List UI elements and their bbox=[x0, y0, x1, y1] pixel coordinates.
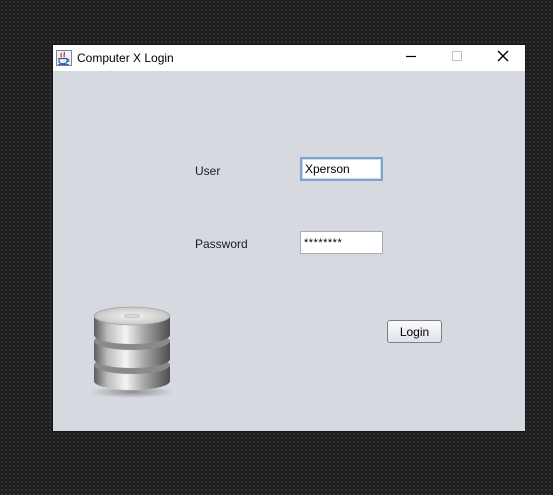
login-window: Computer X Login User Xperson Password *… bbox=[53, 45, 525, 431]
maximize-button[interactable] bbox=[434, 45, 480, 71]
user-input[interactable] bbox=[300, 157, 383, 181]
maximize-icon bbox=[451, 49, 463, 67]
close-button[interactable] bbox=[480, 45, 526, 71]
password-label: Password bbox=[195, 237, 248, 251]
minimize-button[interactable] bbox=[388, 45, 434, 71]
close-icon bbox=[497, 49, 509, 67]
window-title: Computer X Login bbox=[77, 51, 174, 65]
login-button[interactable]: Login bbox=[387, 320, 442, 343]
login-panel: User Password Login bbox=[53, 71, 525, 431]
minimize-icon bbox=[405, 49, 417, 67]
user-label: User bbox=[195, 164, 221, 178]
database-icon bbox=[87, 299, 177, 399]
title-bar[interactable]: Computer X Login bbox=[53, 45, 525, 71]
password-input[interactable] bbox=[300, 231, 383, 254]
java-cup-icon bbox=[56, 50, 72, 66]
